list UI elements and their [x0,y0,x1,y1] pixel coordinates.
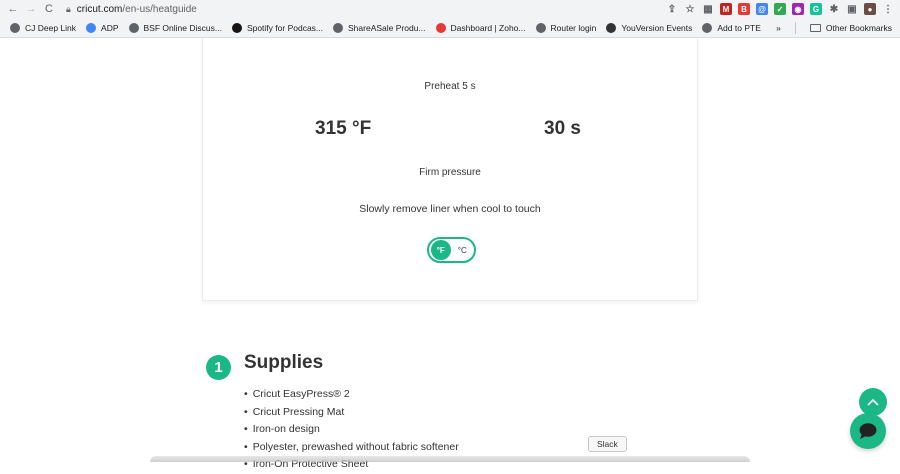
share-icon[interactable]: ⇪ [666,3,678,15]
bookmark-label: ADP [101,22,119,33]
globe-icon [535,22,546,33]
globe-icon [10,22,20,33]
liner-instruction: Slowly remove liner when cool to touch [359,203,541,215]
other-bookmarks-folder[interactable]: Other Bookmarks [809,23,892,33]
bible-icon [606,22,617,33]
extension-green-icon[interactable]: ✓ [774,3,786,15]
lock-icon: 🔒︎ [66,3,71,14]
macos-dock [150,456,750,462]
list-item: Iron-on design [244,421,459,439]
fahrenheit-option[interactable]: °F [431,240,451,260]
star-icon[interactable]: ☆ [684,3,696,15]
zoho-icon [435,22,446,33]
bookmark-item[interactable]: Spotify for Podcas... [231,22,324,33]
extension-red-b-icon[interactable]: B [738,3,750,15]
bookmark-item[interactable]: CJ Deep Link [10,22,77,33]
list-item: Polyester, prewashed without fabric soft… [244,439,459,457]
bookmark-label: Add to PTE [717,22,761,33]
bookmark-label: Dashboard | Zoho... [450,22,526,33]
pressure-text: Firm pressure [419,167,481,178]
globe-icon [333,22,344,33]
bookmark-label: CJ Deep Link [25,22,77,33]
bookmark-item[interactable]: Dashboard | Zoho... [435,22,526,33]
bookmark-item[interactable]: BSF Online Discus... [128,22,222,33]
forward-button[interactable]: → [22,0,40,18]
extension-red-badge-icon[interactable]: M [720,3,732,15]
unit-toggle[interactable]: °F °C [427,237,476,263]
page-content: Preheat 5 s 315 °F 30 s Firm pressure Sl… [0,38,900,470]
bookmark-label: YouVersion Events [621,22,693,33]
celsius-option[interactable]: °C [453,240,473,260]
bookmark-item[interactable]: YouVersion Events [606,22,693,33]
extension-blue-icon[interactable]: @ [756,3,768,15]
back-button[interactable]: ← [4,0,22,18]
url-path: /en-us/heatguide [122,3,197,15]
browser-toolbar: ← → C 🔒︎ cricut.com/en-us/heatguide ⇪ ☆ ▦ M… [0,0,900,18]
list-item: Cricut EasyPress® 2 [244,386,459,404]
list-item: Cricut Pressing Mat [244,404,459,422]
bookmark-item[interactable]: ShareASale Produ... [333,22,426,33]
reload-button[interactable]: C [40,0,58,18]
supplies-heading: Supplies [244,352,324,373]
bookmark-item[interactable]: Router login [535,22,597,33]
scroll-to-top-button[interactable] [859,388,887,416]
extension-toolbar: ⇪ ☆ ▦ M B @ ✓ ◉ G ✱ ▣ ● ⋮ [666,1,894,17]
extension-gray-icon[interactable]: ▦ [702,3,714,15]
bookmark-label: BSF Online Discus... [143,22,222,33]
bookmark-label: Router login [550,22,597,33]
chat-button[interactable] [850,413,886,449]
preheat-text: Preheat 5 s [424,81,476,92]
dock-tooltip: Slack [588,436,627,452]
chevron-up-icon [867,398,879,406]
globe-icon [702,22,713,33]
other-bookmarks-label: Other Bookmarks [825,23,892,33]
profile-avatar-icon[interactable]: ● [864,3,876,15]
sidebar-icon[interactable]: ▣ [846,3,858,15]
puzzle-icon[interactable]: ✱ [828,3,840,15]
bookmark-item[interactable]: Add to PTE [702,22,761,33]
address-bar[interactable]: 🔒︎ cricut.com/en-us/heatguide [66,1,197,17]
temperature-value: 315 °F [315,118,372,139]
folder-icon [809,24,821,32]
spotify-icon [231,22,242,33]
heat-settings-card: Preheat 5 s 315 °F 30 s Firm pressure Sl… [202,38,698,301]
menu-icon[interactable]: ⋮ [882,3,894,15]
step-number-badge: 1 [206,355,231,380]
extension-multi-icon[interactable]: ◉ [792,3,804,15]
bookmarks-bar: CJ Deep Link ADP BSF Online Discus... Spoti… [0,18,900,38]
doc-icon [86,22,97,33]
time-value: 30 s [544,118,581,139]
bookmark-label: Spotify for Podcas... [246,22,324,33]
bookmark-label: ShareASale Produ... [348,22,426,33]
chat-bubble-icon [859,423,877,439]
url-host: cricut.com [76,3,123,15]
extension-grammarly-icon[interactable]: G [810,3,822,15]
bookmarks-overflow-button[interactable]: » [776,23,781,33]
bookmark-item[interactable]: ADP [86,22,119,33]
asterisk-icon [128,22,139,33]
bookmark-divider [794,22,796,34]
